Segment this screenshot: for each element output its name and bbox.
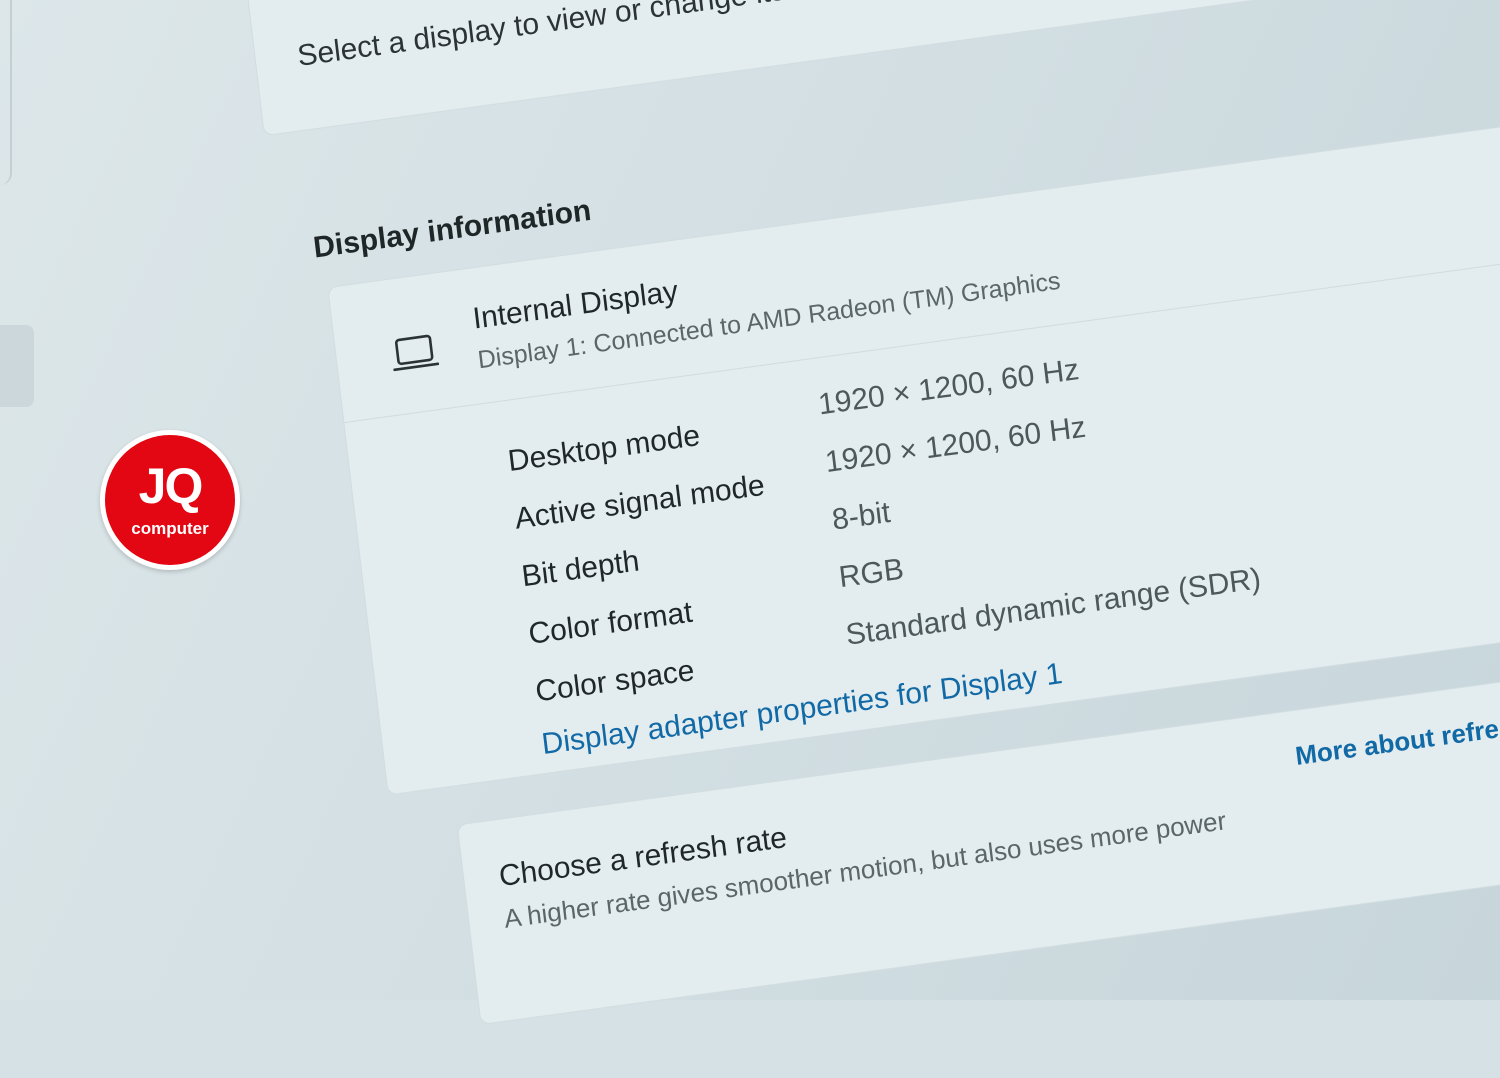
jq-computer-logo: JQ computer bbox=[100, 430, 240, 570]
logo-mark-text: JQ bbox=[138, 458, 204, 514]
property-row-color-format: Color format RGB bbox=[527, 553, 906, 676]
property-row-bit-depth: Bit depth 8-bit bbox=[520, 496, 892, 619]
select-display-card[interactable]: Select a display to view or change its s… bbox=[245, 0, 1500, 137]
property-label: Color space bbox=[533, 654, 697, 709]
property-value: RGB bbox=[837, 552, 906, 595]
more-about-refresh-rate-link[interactable]: More about refresh rat bbox=[1294, 704, 1500, 772]
property-value: 1920 × 1200, 60 Hz bbox=[823, 410, 1088, 480]
display-properties-list: Desktop mode 1920 × 1200, 60 Hz Active s… bbox=[506, 353, 1263, 734]
property-row-desktop-mode: Desktop mode 1920 × 1200, 60 Hz bbox=[506, 353, 1081, 503]
property-value: 8-bit bbox=[830, 495, 893, 537]
laptop-icon bbox=[393, 334, 440, 372]
property-row-color-space: Color space Standard dynamic range (SDR) bbox=[534, 562, 1263, 734]
display-information-heading: Display information bbox=[311, 193, 593, 265]
property-label: Color format bbox=[526, 595, 695, 651]
property-value: Standard dynamic range (SDR) bbox=[844, 562, 1263, 652]
property-value: 1920 × 1200, 60 Hz bbox=[816, 353, 1081, 422]
property-row-active-signal-mode: Active signal mode 1920 × 1200, 60 Hz bbox=[513, 411, 1088, 561]
property-label: Bit depth bbox=[519, 544, 642, 594]
display-information-card: Internal Display Display 1: Connected to… bbox=[327, 96, 1500, 796]
property-label: Desktop mode bbox=[506, 419, 702, 479]
property-label: Active signal mode bbox=[513, 468, 767, 536]
logo-subtitle-text: computer bbox=[131, 519, 209, 538]
select-display-prompt: Select a display to view or change its s… bbox=[295, 0, 898, 73]
